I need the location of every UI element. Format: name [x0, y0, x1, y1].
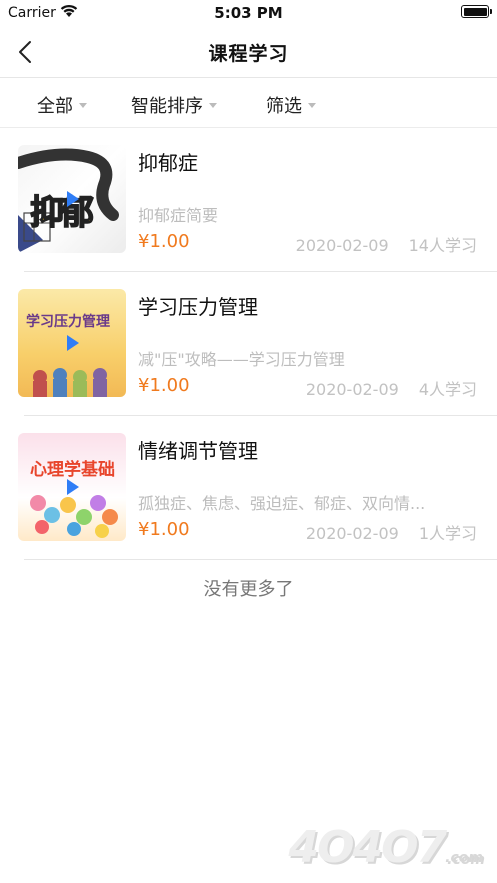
course-meta: 2020-02-09 1人学习	[306, 520, 477, 544]
page-title: 课程学习	[208, 43, 289, 65]
battery-icon	[461, 5, 492, 18]
course-thumbnail: 学习压力管理	[18, 289, 126, 397]
course-price: ¥1.00	[138, 231, 190, 252]
course-date: 2020-02-09	[295, 236, 389, 255]
caret-down-icon	[308, 102, 316, 108]
filter-smart-sort[interactable]: 智能排序	[131, 92, 217, 118]
watermark-suffix: .com	[445, 850, 483, 866]
no-more-label: 没有更多了	[203, 579, 294, 600]
course-price: ¥1.00	[138, 519, 190, 540]
play-icon	[67, 479, 79, 495]
filter-all[interactable]: 全部	[37, 92, 87, 118]
course-learners: 4人学习	[418, 380, 477, 399]
watermark-logo: 4O4O7.com	[289, 822, 483, 873]
course-item[interactable]: 心理学基础 情绪调节管理 孤独症、焦虑、强迫症、郁症、双向情... ¥1.00 …	[0, 416, 497, 560]
filter-all-label: 全部	[37, 96, 73, 117]
course-item[interactable]: 抑郁 抑郁症 抑郁症简要 ¥1.00 2020-02-09 14人学习	[0, 128, 497, 272]
course-title: 学习压力管理	[138, 295, 258, 319]
course-thumbnail: 心理学基础	[18, 433, 126, 541]
course-title: 情绪调节管理	[138, 439, 258, 463]
clock: 5:03 PM	[214, 4, 283, 22]
course-learners: 1人学习	[418, 524, 477, 543]
navigation-bar: 课程学习	[0, 26, 497, 78]
course-learners: 14人学习	[408, 236, 477, 255]
filter-smart-sort-label: 智能排序	[131, 96, 203, 117]
caret-down-icon	[209, 102, 217, 108]
watermark-main: 4O4O7	[288, 822, 448, 873]
divider	[24, 559, 497, 560]
filter-bar: 全部 智能排序 筛选	[0, 78, 497, 128]
course-meta: 2020-02-09 14人学习	[296, 232, 477, 256]
filter-screen[interactable]: 筛选	[266, 92, 316, 118]
thumbnail-text: 抑郁	[29, 192, 95, 234]
course-description: 减"压"攻略——学习压力管理	[138, 350, 345, 369]
play-icon	[67, 191, 79, 207]
course-date: 2020-02-09	[305, 380, 399, 399]
play-icon	[67, 335, 79, 351]
course-meta: 2020-02-09 4人学习	[306, 376, 477, 400]
caret-down-icon	[79, 102, 87, 108]
filter-screen-label: 筛选	[266, 96, 302, 117]
course-item[interactable]: 学习压力管理 学习压力管理 减"压"攻略——学习压力管理 ¥1.00 2020-…	[0, 272, 497, 416]
course-title: 抑郁症	[138, 151, 198, 175]
course-thumbnail: 抑郁	[18, 145, 126, 253]
course-date: 2020-02-09	[305, 524, 399, 543]
status-bar: Carrier 5:03 PM	[0, 0, 497, 26]
course-description: 抑郁症简要	[138, 206, 219, 225]
course-price: ¥1.00	[138, 375, 190, 396]
course-description: 孤独症、焦虑、强迫症、郁症、双向情...	[138, 494, 426, 513]
